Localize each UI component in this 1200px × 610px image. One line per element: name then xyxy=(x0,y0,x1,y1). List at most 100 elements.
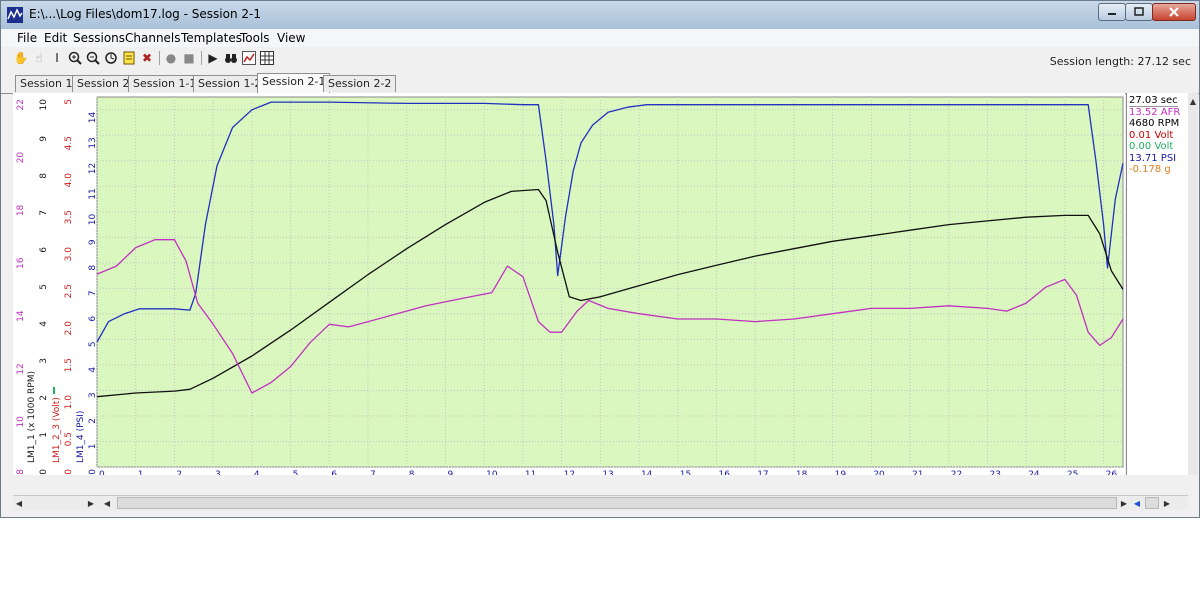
y-tick-label: 2.5 xyxy=(64,284,74,298)
y-tick-label: 10 xyxy=(39,99,49,111)
y-tick-label: 4 xyxy=(88,367,98,373)
toolbar: ✋ ☝ I ✖ ● ■ ▶ Session length: 27.12 sec xyxy=(1,48,1199,70)
stop-icon[interactable]: ■ xyxy=(181,50,197,66)
y-tick-label: 1 xyxy=(88,443,98,449)
chart-area[interactable]: 0 1 2 3 4 5 6 7 8 9 10 11 12 13 14 15 16 17 18 19 20 21 22 23 24… xyxy=(13,93,1125,483)
table-icon[interactable] xyxy=(259,50,275,66)
x-tick-label: 25 xyxy=(1067,470,1078,475)
scroll-right-icon[interactable]: ▶ xyxy=(1161,497,1173,509)
y-tick-label: 2 xyxy=(39,395,49,401)
scroll-left-icon[interactable]: ◀ xyxy=(101,497,113,509)
cursor-icon[interactable]: I xyxy=(49,50,65,66)
window-title: E:\...\Log Files\dom17.log - Session 2-1 xyxy=(29,7,261,21)
zoom-in-icon[interactable] xyxy=(67,50,83,66)
zoom-out-icon[interactable] xyxy=(85,50,101,66)
y-tick-label: 6 xyxy=(39,247,49,253)
y-tick-label: 4 xyxy=(39,321,49,327)
menu-channels[interactable]: Channels xyxy=(125,31,181,45)
scroll-thumb[interactable] xyxy=(117,497,1117,509)
scroll-thumb[interactable] xyxy=(1145,497,1159,509)
pan-icon[interactable]: ☝ xyxy=(31,50,47,66)
scroll-right-icon[interactable]: ▶ xyxy=(85,497,97,509)
readout-value: 13.52 AFR xyxy=(1129,106,1181,118)
readout-value: 27.03 sec xyxy=(1129,95,1178,107)
maximize-button[interactable] xyxy=(1125,3,1153,21)
y-tick-label: 3 xyxy=(39,358,49,364)
y-tick-label: 22 xyxy=(16,99,26,110)
menu-templates[interactable]: Templates xyxy=(181,31,242,45)
y-tick-label: 0.5 xyxy=(64,432,74,446)
horizontal-scrollbar[interactable]: ◀ ▶ ◀ ▶ ◀ ▶ xyxy=(13,495,1188,510)
title-bar[interactable]: E:\...\Log Files\dom17.log - Session 2-1 xyxy=(1,1,1199,30)
close-icon xyxy=(1169,7,1179,17)
y-tick-label: 1 xyxy=(39,432,49,438)
notes-icon[interactable] xyxy=(121,50,137,66)
y-tick-label: 5 xyxy=(88,341,98,347)
y-tick-label: 8 xyxy=(16,469,26,475)
scroll-up-icon[interactable]: ▲ xyxy=(1187,95,1199,107)
x-tick-label: 3 xyxy=(215,470,221,475)
app-icon xyxy=(7,7,23,23)
scroll-left-icon[interactable]: ◀ xyxy=(1131,497,1143,509)
menu-view[interactable]: View xyxy=(277,31,305,45)
y-tick-label: 5 xyxy=(39,284,49,290)
x-tick-label: 15 xyxy=(680,470,691,475)
y-tick-label: 16 xyxy=(16,257,26,269)
menu-tools[interactable]: Tools xyxy=(240,31,270,45)
play-icon[interactable]: ▶ xyxy=(205,50,221,66)
y-tick-label: 0 xyxy=(88,469,98,475)
minimize-button[interactable] xyxy=(1098,3,1126,21)
readout-value: 4680 RPM xyxy=(1129,118,1180,129)
chart-icon[interactable] xyxy=(241,50,257,66)
scroll-right-icon[interactable]: ▶ xyxy=(1118,497,1130,509)
y-tick-label: 2.0 xyxy=(64,321,74,336)
tab-session-2-2[interactable]: Session 2-2 xyxy=(323,75,397,92)
menu-bar: File Edit Sessions Channels Templates To… xyxy=(1,29,1199,47)
hand-icon[interactable]: ✋ xyxy=(13,50,29,66)
tab-session-1-1[interactable]: Session 1-1 xyxy=(128,75,202,92)
menu-edit[interactable]: Edit xyxy=(44,31,67,45)
y-tick-label: 9 xyxy=(88,239,98,245)
maximize-icon xyxy=(1134,7,1144,16)
close-button[interactable] xyxy=(1152,3,1196,21)
minimize-icon xyxy=(1108,13,1116,15)
x-tick-label: 4 xyxy=(254,470,260,475)
tab-session-2[interactable]: Session 2 xyxy=(72,75,135,92)
toolbar-separator xyxy=(201,51,202,65)
y-tick-label: 10 xyxy=(16,416,26,428)
x-tick-label: 26 xyxy=(1106,470,1118,475)
plot-background xyxy=(96,96,1124,468)
x-tick-label: 20 xyxy=(873,470,885,475)
y-tick-label: 7 xyxy=(39,210,49,216)
y-tick-label: 18 xyxy=(16,204,26,216)
x-tick-label: 10 xyxy=(486,470,498,475)
menu-sessions[interactable]: Sessions xyxy=(73,31,125,45)
x-tick-label: 22 xyxy=(951,470,962,475)
readout-value: 0.01 Volt xyxy=(1129,129,1174,141)
toolbar-separator xyxy=(159,51,160,65)
vertical-scrollbar[interactable]: ▲ xyxy=(1188,93,1198,475)
tab-session-2-1[interactable]: Session 2-1 xyxy=(257,73,331,93)
y-tick-label: 13 xyxy=(88,137,98,148)
readout-value: 0.00 Volt xyxy=(1129,141,1174,152)
tab-session-1-2[interactable]: Session 1-2 xyxy=(193,75,267,92)
log-chart[interactable]: 0 1 2 3 4 5 6 7 8 9 10 11 12 13 14 15 16 17 18 19 20 21 22 23 24… xyxy=(13,93,1125,483)
y-tick-label: 3.5 xyxy=(64,210,74,224)
tab-session-1[interactable]: Session 1 xyxy=(15,75,78,92)
scroll-left-icon[interactable]: ◀ xyxy=(13,497,25,509)
x-tick-label: 8 xyxy=(409,470,415,475)
y-tick-label: 20 xyxy=(16,152,26,164)
x-tick-label: 13 xyxy=(602,470,613,475)
menu-file[interactable]: File xyxy=(17,31,37,45)
x-tick-label: 14 xyxy=(641,470,653,475)
x-tick-label: 0 xyxy=(99,470,105,475)
x-tick-label: 19 xyxy=(835,470,847,475)
zoom-reset-icon[interactable] xyxy=(103,50,119,66)
y-axis-label: LM1_2_3 (Volt) xyxy=(52,397,62,463)
y-tick-label: 12 xyxy=(88,163,98,174)
x-tick-label: 17 xyxy=(757,470,768,475)
binoculars-icon[interactable] xyxy=(223,50,239,66)
record-icon[interactable]: ● xyxy=(163,50,179,66)
session-tabs: Session 1 Session 2 Session 1-1 Session 1-2… xyxy=(1,73,1199,94)
delete-icon[interactable]: ✖ xyxy=(139,50,155,66)
